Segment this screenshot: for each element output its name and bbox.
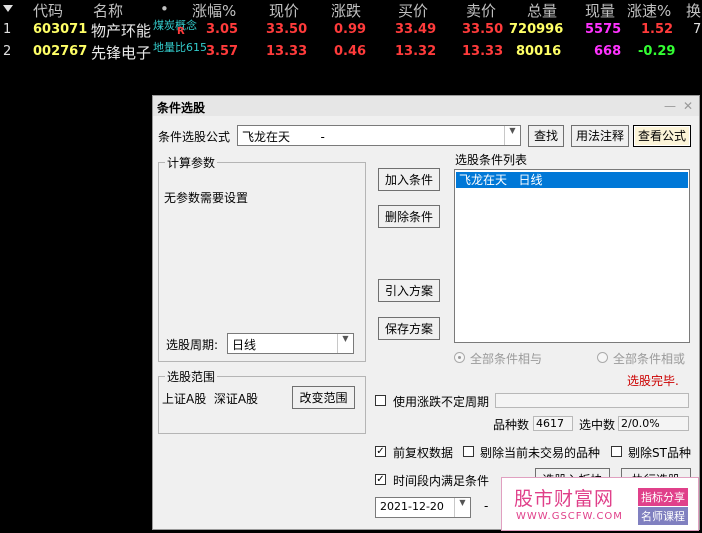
- ask: 33.50: [462, 22, 504, 37]
- formula-select[interactable]: 飞龙在天 - ▼: [237, 125, 521, 146]
- brand-url: WWW.GSCFW.COM: [516, 511, 623, 522]
- stock-code: 603071: [33, 22, 88, 37]
- formula-label: 条件选股公式: [158, 130, 231, 144]
- header-ask[interactable]: 卖价: [466, 0, 496, 21]
- var-period-label[interactable]: 使用涨跌不定周期: [393, 393, 489, 410]
- bid: 13.32: [395, 44, 437, 59]
- formula-value: 飞龙在天 -: [242, 130, 325, 144]
- flag-mark: R: [177, 26, 185, 37]
- status-text: 选股完毕.: [627, 374, 679, 388]
- condition-list[interactable]: 飞龙在天 日线: [454, 169, 690, 343]
- count-value: 4617: [533, 416, 573, 431]
- selected-value: 2/0.0%: [618, 416, 689, 431]
- row-index: 1: [3, 22, 12, 37]
- header-turnover[interactable]: 换: [686, 0, 701, 21]
- header-change-pct[interactable]: 涨幅%: [192, 0, 236, 21]
- var-period-checkbox[interactable]: [375, 395, 386, 406]
- var-period-field[interactable]: [495, 393, 689, 408]
- exclude-st-label[interactable]: 剔除ST品种: [628, 444, 691, 461]
- dialog-title: 条件选股: [157, 101, 206, 115]
- params-group-title: 计算参数: [165, 154, 218, 171]
- list-item[interactable]: 飞龙在天 日线: [456, 172, 688, 188]
- concept-tag[interactable]: 煤炭概念: [153, 17, 197, 33]
- bid: 33.49: [395, 22, 437, 37]
- period-value: 日线: [232, 338, 257, 352]
- date-range-dash: -: [484, 499, 489, 513]
- price: 33.50: [266, 22, 308, 37]
- stock-name: 先锋电子: [91, 44, 152, 62]
- change: 0.99: [334, 22, 367, 37]
- volume: 720996: [509, 22, 564, 37]
- header-change[interactable]: 涨跌: [331, 0, 361, 21]
- period-select[interactable]: 日线 ▼: [227, 333, 354, 354]
- radio-all-or-label[interactable]: 全部条件相或: [613, 350, 685, 367]
- pre-adjust-label[interactable]: 前复权数据: [393, 444, 453, 461]
- selected-label: 选中数: [579, 418, 616, 432]
- header-cur-vol[interactable]: 现量: [585, 0, 615, 21]
- chevron-down-icon[interactable]: ▼: [337, 334, 353, 353]
- radio-all-and[interactable]: [454, 352, 465, 363]
- time-period-checkbox[interactable]: ✓: [375, 474, 386, 485]
- current-volume: 668: [594, 44, 622, 59]
- find-button[interactable]: 查找: [528, 125, 564, 147]
- ask: 13.33: [462, 44, 504, 59]
- sort-arrow-icon[interactable]: [3, 5, 13, 12]
- params-group: 计算参数 无参数需要设置 选股周期: 日线 ▼: [158, 154, 366, 362]
- header-dot: •: [160, 0, 169, 18]
- radio-all-and-label[interactable]: 全部条件相与: [470, 350, 542, 367]
- header-volume[interactable]: 总量: [527, 0, 557, 21]
- dialog-titlebar[interactable]: 条件选股 — ✕: [153, 96, 699, 116]
- volume: 80016: [516, 44, 562, 59]
- view-formula-button[interactable]: 查看公式: [633, 125, 691, 147]
- chevron-down-icon[interactable]: ▼: [454, 498, 470, 517]
- header-name[interactable]: 名称: [93, 0, 123, 21]
- condition-stock-selection-dialog: 条件选股 — ✕ 条件选股公式 飞龙在天 - ▼ 查找 用法注释 查看公式 计算…: [152, 95, 700, 530]
- import-scheme-button[interactable]: 引入方案: [378, 279, 440, 302]
- header-code[interactable]: 代码: [33, 0, 63, 21]
- usage-notes-button[interactable]: 用法注释: [571, 125, 629, 147]
- speed: 1.52: [641, 22, 674, 37]
- minimize-icon[interactable]: —: [663, 99, 677, 113]
- row-index: 2: [3, 44, 12, 59]
- range-group: 选股范围 上证A股 深证A股 改变范围: [158, 368, 366, 434]
- add-condition-button[interactable]: 加入条件: [378, 168, 440, 191]
- exclude-untraded-checkbox[interactable]: [463, 446, 474, 457]
- current-volume: 5575: [585, 22, 622, 37]
- price: 13.33: [266, 44, 308, 59]
- brand-name: 股市财富网: [514, 488, 615, 510]
- concept-tag[interactable]: 地量比615: [153, 39, 207, 55]
- range-group-title: 选股范围: [165, 368, 218, 385]
- change: 0.46: [334, 44, 367, 59]
- speed: -0.29: [638, 44, 676, 59]
- stock-name: 物产环能: [91, 22, 152, 40]
- radio-all-or[interactable]: [597, 352, 608, 363]
- badge-indicator-share: 指标分享: [638, 488, 688, 506]
- badge-teacher-course: 名师课程: [638, 507, 688, 525]
- exclude-untraded-label[interactable]: 剔除当前未交易的品种: [480, 444, 600, 461]
- condition-list-label: 选股条件列表: [455, 153, 528, 167]
- watermark-logo: 股市财富网 WWW.GSCFW.COM 指标分享 名师课程: [501, 477, 699, 531]
- close-icon[interactable]: ✕: [681, 99, 695, 113]
- header-bid[interactable]: 买价: [398, 0, 428, 21]
- header-speed[interactable]: 涨速%: [627, 0, 671, 21]
- stock-code: 002767: [33, 44, 88, 59]
- header-price[interactable]: 现价: [269, 0, 299, 21]
- range-text: 上证A股 深证A股: [162, 392, 259, 406]
- period-label: 选股周期:: [166, 338, 219, 352]
- delete-condition-button[interactable]: 删除条件: [378, 205, 440, 228]
- date-picker[interactable]: 2021-12-20 ▼: [375, 497, 471, 518]
- save-scheme-button[interactable]: 保存方案: [378, 317, 440, 340]
- no-params-text: 无参数需要设置: [164, 191, 249, 205]
- chevron-down-icon[interactable]: ▼: [504, 126, 520, 145]
- change-pct: 3.57: [206, 44, 239, 59]
- exclude-st-checkbox[interactable]: [611, 446, 622, 457]
- count-label: 品种数: [493, 418, 530, 432]
- time-period-label[interactable]: 时间段内满足条件: [393, 472, 489, 489]
- turnover: 7: [693, 22, 702, 37]
- pre-adjust-checkbox[interactable]: ✓: [375, 446, 386, 457]
- change-range-button[interactable]: 改变范围: [292, 386, 355, 409]
- date-value: 2021-12-20: [380, 500, 444, 513]
- change-pct: 3.05: [206, 22, 239, 37]
